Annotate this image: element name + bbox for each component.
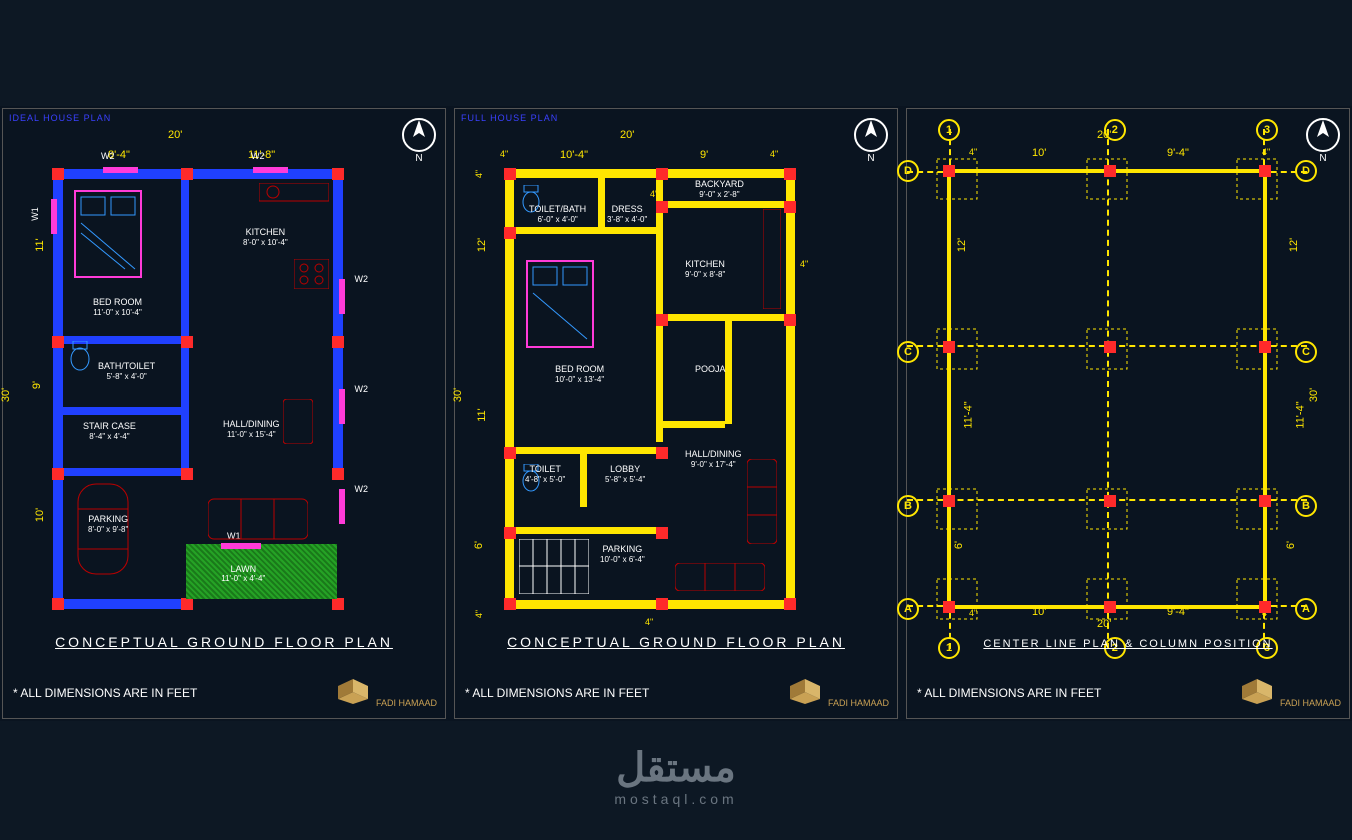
kitchen-counter-icon — [259, 183, 329, 228]
overall-width-dim: 20' — [168, 129, 182, 141]
grid-row-c: C — [897, 341, 919, 363]
sofa-icon — [747, 459, 777, 544]
bed-icon — [525, 259, 595, 349]
plan-title: CONCEPTUAL GROUND FLOOR PLAN — [507, 634, 845, 650]
grid-row-a: A — [897, 598, 919, 620]
grid-row-b: B — [897, 495, 919, 517]
grid-col-3: 3 — [1256, 119, 1278, 141]
hall-label: HALL/DINING11'-0" x 15'-4" — [223, 419, 280, 439]
window-w2 — [253, 167, 288, 173]
plan-subtype: IDEAL HOUSE PLAN — [9, 113, 111, 123]
plan-title: CONCEPTUAL GROUND FLOOR PLAN — [55, 634, 393, 650]
hall-label: HALL/DINING9'-0" x 17'-4" — [685, 449, 742, 469]
sofa-icon — [208, 489, 308, 549]
left-dim-3: 6' — [473, 541, 485, 549]
stair-label: STAIR CASE8'-4" x 4'-4" — [83, 421, 136, 441]
north-arrow: N — [401, 117, 437, 165]
drawing-area-3: 1 2 3 1 2 3 D C B A D C B A — [947, 169, 1267, 609]
wall-t-dim: 4" — [770, 149, 778, 159]
lobby-label: LOBBY5'-8" x 5'-4" — [605, 464, 645, 484]
grid-col-2: 2 — [1104, 119, 1126, 141]
overall-height-dim: 30' — [0, 388, 12, 402]
pooja-label: POOJA — [695, 364, 726, 375]
wall-t-dim: 4" — [500, 149, 508, 159]
left-dim-1: 11' — [34, 238, 46, 252]
north-arrow: N — [1305, 117, 1341, 165]
bedroom-label: BED ROOM11'-0" x 10'-4" — [93, 297, 142, 317]
bed-icon — [73, 189, 143, 279]
floor-plan-2: FULL HOUSE PLAN N 20' 10'-4" 9' 4" 4" 4"… — [454, 108, 898, 719]
window-w2 — [339, 279, 345, 314]
window-w2 — [339, 489, 345, 524]
overall-height-dim: 30' — [452, 388, 464, 402]
designer-logo: FADI HAMAAD — [785, 674, 889, 708]
parking-label: PARKING8'-0" x 9'-8" — [88, 514, 128, 534]
window-w1 — [51, 199, 57, 234]
top-dim-1: 10'-4" — [560, 149, 588, 161]
left-dim-1: 12' — [476, 238, 488, 252]
toilet-label: TOILET4'-8" x 5'-0" — [525, 464, 565, 484]
backyard-label: BACKYARD9'-0" x 2'-8" — [695, 179, 744, 199]
window-w2 — [103, 167, 138, 173]
footnote: * ALL DIMENSIONS ARE IN FEET — [465, 686, 649, 700]
top-dim-1: 10' — [1032, 147, 1046, 159]
toiletbath-label: TOILET/BATH6'-0" x 4'-0" — [529, 204, 586, 224]
plan-subtype: FULL HOUSE PLAN — [461, 113, 558, 123]
overall-width-dim: 20' — [620, 129, 634, 141]
stair-icon — [519, 539, 589, 594]
north-arrow: N — [853, 117, 889, 165]
kitchen-label: KITCHEN8'-0" x 10'-4" — [243, 227, 288, 247]
footnote: * ALL DIMENSIONS ARE IN FEET — [917, 686, 1101, 700]
parking-label: PARKING10'-0" x 6'-4" — [600, 544, 645, 564]
centerline-plan: N 20' 10' 9'-4" 4" 4" 30' 12' 11'-4" 6' … — [906, 108, 1350, 719]
top-dim-2: 9'-4" — [1167, 147, 1189, 159]
site-watermark: مستقل mostaql.com — [614, 745, 737, 807]
drawing-area-2: BACKYARD9'-0" x 2'-8" TOILET/BATH6'-0" x… — [505, 169, 795, 609]
designer-logo: FADI HAMAAD — [333, 674, 437, 708]
bedroom-label: BED ROOM10'-0" x 13'-4" — [555, 364, 604, 384]
overall-height-dim: 30' — [1308, 388, 1320, 402]
lawn-label: LAWN11'-0" x 4'-4" — [221, 564, 265, 584]
designer-logo: FADI HAMAAD — [1237, 674, 1341, 708]
footnote: * ALL DIMENSIONS ARE IN FEET — [13, 686, 197, 700]
drawing-area-1: W2 W2 W2 W2 W2 W1 W1 BED ROOM11'-0" x 10… — [53, 169, 343, 609]
left-dim-3: 10' — [34, 508, 46, 522]
plan-title: CENTER LINE PLAN & COLUMN POSITION — [983, 638, 1272, 650]
floor-plan-1: IDEAL HOUSE PLAN N 20' 8'-4" 11'-8" 30' … — [2, 108, 446, 719]
armchair-icon — [283, 399, 313, 444]
kitchen-label: KITCHEN9'-0" x 8'-8" — [685, 259, 725, 279]
wc-icon — [69, 341, 91, 371]
top-dim-2: 9' — [700, 149, 708, 161]
wall-t-dim: 4" — [800, 259, 808, 269]
sofa-icon — [675, 563, 765, 591]
grid-row-d: D — [897, 160, 919, 182]
dress-label: DRESS3'-8" x 4'-0" — [607, 204, 647, 224]
stove-icon — [294, 259, 329, 289]
window-w2 — [339, 389, 345, 424]
bath-label: BATH/TOILET5'-8" x 4'-0" — [98, 361, 155, 381]
left-dim-2: 9' — [31, 381, 43, 389]
kitchen-counter-icon — [763, 209, 781, 309]
grid-col-1: 1 — [938, 119, 960, 141]
left-dim-2: 11' — [476, 408, 488, 422]
